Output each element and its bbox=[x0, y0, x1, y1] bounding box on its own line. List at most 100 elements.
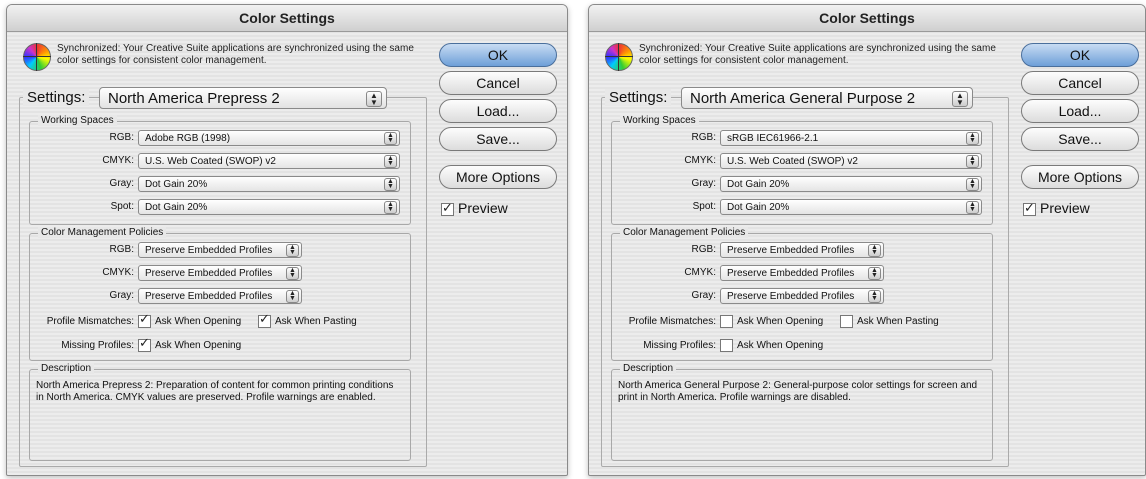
policy-cmyk-value: Preserve Embedded Profiles bbox=[727, 268, 855, 279]
cmyk-working-select[interactable]: U.S. Web Coated (SWOP) v2 ▲ ▼ bbox=[720, 153, 982, 169]
description-group: Description North America Prepress 2: Pr… bbox=[29, 363, 411, 461]
checkmark-icon bbox=[138, 336, 151, 352]
cmyk-working-select[interactable]: U.S. Web Coated (SWOP) v2 ▲ ▼ bbox=[138, 153, 400, 169]
color-wheel-icon bbox=[605, 43, 633, 71]
gray-working-select[interactable]: Dot Gain 20% ▲ ▼ bbox=[138, 176, 400, 192]
ok-button[interactable]: OK bbox=[439, 43, 557, 67]
settings-value: North America General Purpose 2 bbox=[690, 90, 916, 107]
updown-arrows-icon: ▲ ▼ bbox=[966, 178, 979, 191]
profile-mismatches-label: Profile Mismatches: bbox=[628, 316, 716, 327]
preview-label: Preview bbox=[458, 200, 508, 216]
gray-label: Gray: bbox=[691, 178, 716, 189]
policy-gray-value: Preserve Embedded Profiles bbox=[727, 291, 855, 302]
policy-gray-value: Preserve Embedded Profiles bbox=[145, 291, 273, 302]
checkmark-icon bbox=[441, 200, 454, 216]
missing-ask-when-opening-checkbox[interactable]: Ask When Opening bbox=[138, 336, 241, 353]
settings-value: North America Prepress 2 bbox=[108, 90, 280, 107]
preview-label: Preview bbox=[1040, 200, 1090, 216]
gray-working-value: Dot Gain 20% bbox=[145, 179, 208, 190]
spot-working-select[interactable]: Dot Gain 20% ▲ ▼ bbox=[138, 199, 400, 215]
settings-label: Settings: bbox=[605, 89, 672, 106]
policy-gray-label: Gray: bbox=[691, 290, 716, 301]
gray-working-value: Dot Gain 20% bbox=[727, 179, 790, 190]
gray-working-select[interactable]: Dot Gain 20% ▲ ▼ bbox=[720, 176, 982, 192]
color-wheel-icon bbox=[23, 43, 51, 71]
updown-arrows-icon: ▲ ▼ bbox=[966, 155, 979, 168]
color-management-policies-group: Color Management Policies RGB: Preserve … bbox=[29, 227, 411, 361]
cmyk-working-value: U.S. Web Coated (SWOP) v2 bbox=[145, 156, 276, 167]
policy-cmyk-select[interactable]: Preserve Embedded Profiles ▲ ▼ bbox=[720, 265, 884, 281]
policy-cmyk-value: Preserve Embedded Profiles bbox=[145, 268, 273, 279]
updown-arrows-icon: ▲ ▼ bbox=[966, 201, 979, 214]
more-options-button[interactable]: More Options bbox=[1021, 165, 1139, 189]
policies-label: Color Management Policies bbox=[38, 227, 167, 238]
policy-cmyk-label: CMYK: bbox=[102, 267, 134, 278]
updown-arrows-icon: ▲ ▼ bbox=[384, 132, 397, 145]
updown-arrows-icon: ▲ ▼ bbox=[286, 244, 299, 257]
spot-label: Spot: bbox=[110, 201, 134, 212]
checkbox-empty-icon bbox=[720, 339, 733, 352]
ask-when-pasting-checkbox[interactable]: Ask When Pasting bbox=[840, 315, 939, 329]
ask-when-pasting-checkbox[interactable]: Ask When Pasting bbox=[258, 312, 357, 329]
load-button[interactable]: Load... bbox=[1021, 99, 1139, 123]
preview-checkbox[interactable]: Preview bbox=[441, 200, 508, 216]
checkbox-empty-icon bbox=[720, 315, 733, 328]
ok-button[interactable]: OK bbox=[1021, 43, 1139, 67]
description-label: Description bbox=[620, 363, 677, 374]
settings-label: Settings: bbox=[23, 89, 90, 106]
policy-gray-select[interactable]: Preserve Embedded Profiles ▲ ▼ bbox=[720, 288, 884, 304]
more-options-button[interactable]: More Options bbox=[439, 165, 557, 189]
policy-rgb-select[interactable]: Preserve Embedded Profiles ▲ ▼ bbox=[138, 242, 302, 258]
updown-arrows-icon: ▲ ▼ bbox=[286, 290, 299, 303]
ask-when-pasting-label: Ask When Pasting bbox=[857, 316, 939, 328]
policy-rgb-value: Preserve Embedded Profiles bbox=[727, 245, 855, 256]
description-text: North America Prepress 2: Preparation of… bbox=[36, 380, 394, 403]
color-settings-dialog-left: Color Settings Synchronized: Your Creati… bbox=[6, 4, 568, 476]
load-button[interactable]: Load... bbox=[439, 99, 557, 123]
description-group: Description North America General Purpos… bbox=[611, 363, 993, 461]
missing-ask-when-opening-checkbox[interactable]: Ask When Opening bbox=[720, 339, 823, 353]
description-text: North America General Purpose 2: General… bbox=[618, 380, 978, 403]
rgb-working-value: sRGB IEC61966-2.1 bbox=[727, 133, 819, 144]
sync-text: Synchronized: Your Creative Suite applic… bbox=[57, 43, 414, 66]
dialog-title: Color Settings bbox=[7, 5, 567, 32]
rgb-label: RGB: bbox=[109, 132, 134, 143]
preview-checkbox[interactable]: Preview bbox=[1023, 200, 1090, 216]
policy-cmyk-select[interactable]: Preserve Embedded Profiles ▲ ▼ bbox=[138, 265, 302, 281]
policies-label: Color Management Policies bbox=[620, 227, 749, 238]
updown-arrows-icon: ▲ ▼ bbox=[286, 267, 299, 280]
spot-label: Spot: bbox=[692, 201, 716, 212]
rgb-working-select[interactable]: Adobe RGB (1998) ▲ ▼ bbox=[138, 130, 400, 146]
settings-select[interactable]: North America Prepress 2 ▲ ▼ bbox=[99, 87, 387, 109]
updown-arrows-icon: ▲ ▼ bbox=[868, 244, 881, 257]
save-button[interactable]: Save... bbox=[1021, 127, 1139, 151]
checkmark-icon bbox=[138, 312, 151, 328]
working-spaces-label: Working Spaces bbox=[620, 115, 699, 126]
description-label: Description bbox=[38, 363, 95, 374]
cancel-button[interactable]: Cancel bbox=[439, 71, 557, 95]
policy-rgb-value: Preserve Embedded Profiles bbox=[145, 245, 273, 256]
rgb-working-select[interactable]: sRGB IEC61966-2.1 ▲ ▼ bbox=[720, 130, 982, 146]
checkmark-icon bbox=[258, 312, 271, 328]
updown-arrows-icon: ▲ ▼ bbox=[868, 267, 881, 280]
settings-select[interactable]: North America General Purpose 2 ▲ ▼ bbox=[681, 87, 973, 109]
policy-rgb-select[interactable]: Preserve Embedded Profiles ▲ ▼ bbox=[720, 242, 884, 258]
checkmark-icon bbox=[1023, 200, 1036, 216]
policy-gray-label: Gray: bbox=[109, 290, 134, 301]
cmyk-working-value: U.S. Web Coated (SWOP) v2 bbox=[727, 156, 858, 167]
checkbox-empty-icon bbox=[840, 315, 853, 328]
spot-working-value: Dot Gain 20% bbox=[145, 202, 208, 213]
updown-arrows-icon: ▲ ▼ bbox=[366, 91, 382, 107]
updown-arrows-icon: ▲ ▼ bbox=[384, 155, 397, 168]
cmyk-label: CMYK: bbox=[684, 155, 716, 166]
updown-arrows-icon: ▲ ▼ bbox=[868, 290, 881, 303]
policy-gray-select[interactable]: Preserve Embedded Profiles ▲ ▼ bbox=[138, 288, 302, 304]
working-spaces-group: Working Spaces RGB: sRGB IEC61966-2.1 ▲ ▼ … bbox=[611, 115, 993, 225]
ask-when-opening-checkbox[interactable]: Ask When Opening bbox=[138, 312, 241, 329]
spot-working-select[interactable]: Dot Gain 20% ▲ ▼ bbox=[720, 199, 982, 215]
updown-arrows-icon: ▲ ▼ bbox=[384, 178, 397, 191]
updown-arrows-icon: ▲ ▼ bbox=[966, 132, 979, 145]
cancel-button[interactable]: Cancel bbox=[1021, 71, 1139, 95]
ask-when-opening-checkbox[interactable]: Ask When Opening bbox=[720, 315, 823, 329]
save-button[interactable]: Save... bbox=[439, 127, 557, 151]
